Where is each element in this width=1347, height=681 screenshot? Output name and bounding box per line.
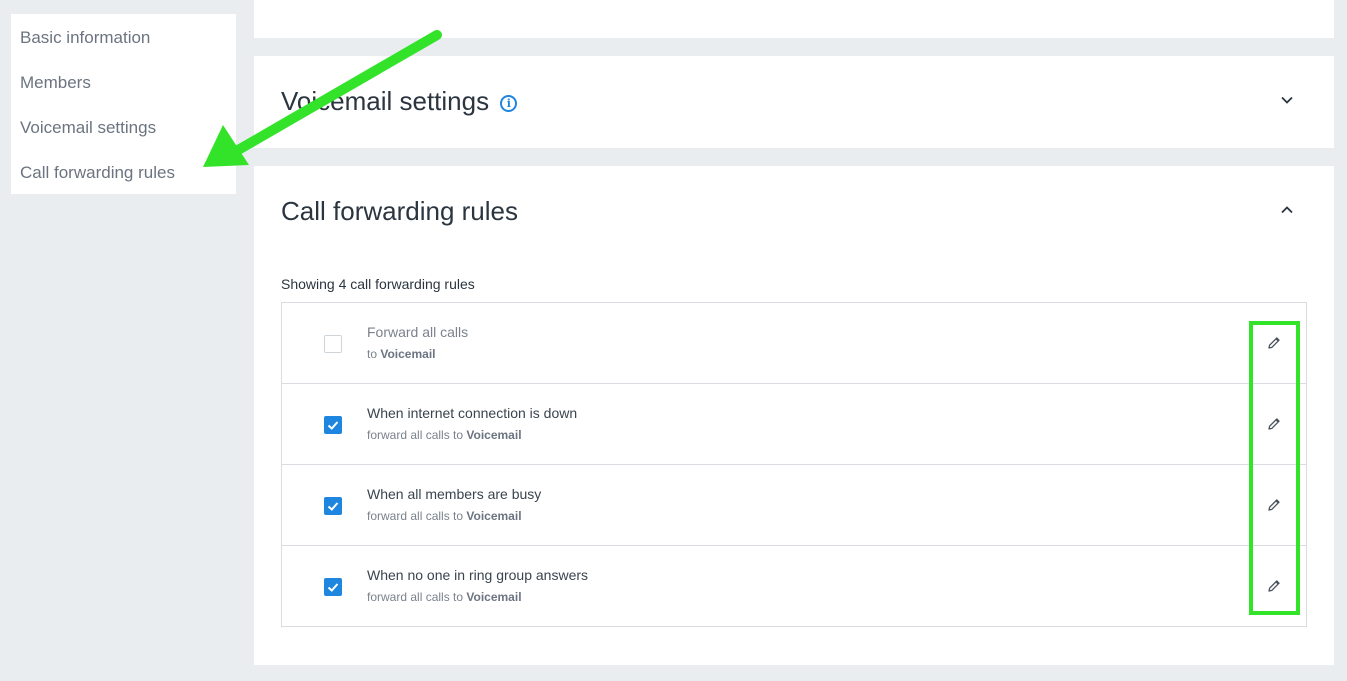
chevron-up-icon[interactable]	[1280, 203, 1294, 217]
checkmark-icon	[327, 502, 339, 511]
rules-count-text: Showing 4 call forwarding rules	[281, 276, 475, 292]
rule-target: Voicemail	[466, 590, 522, 604]
voicemail-settings-card: Voicemail settings i	[254, 56, 1334, 148]
rule-title: When no one in ring group answers	[367, 567, 589, 583]
checkmark-icon	[327, 583, 339, 592]
voicemail-settings-title-text: Voicemail settings	[281, 86, 490, 116]
nav-item-basic-information[interactable]: Basic information	[11, 24, 236, 69]
nav-item-call-forwarding-rules[interactable]: Call forwarding rules	[11, 159, 236, 204]
info-icon[interactable]: i	[500, 94, 518, 112]
nav-item-members[interactable]: Members	[11, 69, 236, 114]
rule-target: Voicemail	[380, 347, 436, 361]
rule-row: Forward all calls to Voicemail	[282, 303, 1306, 384]
rule-title: When internet connection is down	[367, 405, 578, 421]
rule-row: When no one in ring group answers forwar…	[282, 546, 1306, 626]
rule-sub-prefix: to	[367, 347, 378, 361]
nav-item-voicemail-settings[interactable]: Voicemail settings	[11, 114, 236, 159]
rule-target: Voicemail	[466, 428, 522, 442]
rules-table: Forward all calls to Voicemail When inte…	[281, 302, 1307, 627]
section-nav: Basic information Members Voicemail sett…	[11, 14, 236, 194]
rule-sub-prefix: forward all calls to	[367, 590, 464, 604]
rule-subtitle: forward all calls to Voicemail	[367, 509, 522, 523]
rule-title: Forward all calls	[367, 324, 469, 340]
rule-checkbox[interactable]	[324, 335, 342, 353]
chevron-down-icon[interactable]	[1280, 93, 1294, 107]
rule-target: Voicemail	[466, 509, 522, 523]
rule-sub-prefix: forward all calls to	[367, 509, 464, 523]
rule-title: When all members are busy	[367, 486, 542, 502]
rule-row: When all members are busy forward all ca…	[282, 465, 1306, 546]
rule-checkbox[interactable]	[324, 497, 342, 515]
rule-sub-prefix: forward all calls to	[367, 428, 464, 442]
previous-section-card	[254, 0, 1334, 38]
rule-checkbox[interactable]	[324, 578, 342, 596]
call-forwarding-card: Call forwarding rules Showing 4 call for…	[254, 166, 1334, 665]
rule-subtitle: forward all calls to Voicemail	[367, 590, 522, 604]
rule-subtitle: to Voicemail	[367, 347, 436, 361]
voicemail-settings-title: Voicemail settings i	[281, 86, 518, 117]
rule-checkbox[interactable]	[324, 416, 342, 434]
rule-subtitle: forward all calls to Voicemail	[367, 428, 522, 442]
checkmark-icon	[327, 421, 339, 430]
annotation-highlight-box	[1249, 321, 1300, 615]
call-forwarding-title: Call forwarding rules	[281, 196, 518, 226]
rule-row: When internet connection is down forward…	[282, 384, 1306, 465]
